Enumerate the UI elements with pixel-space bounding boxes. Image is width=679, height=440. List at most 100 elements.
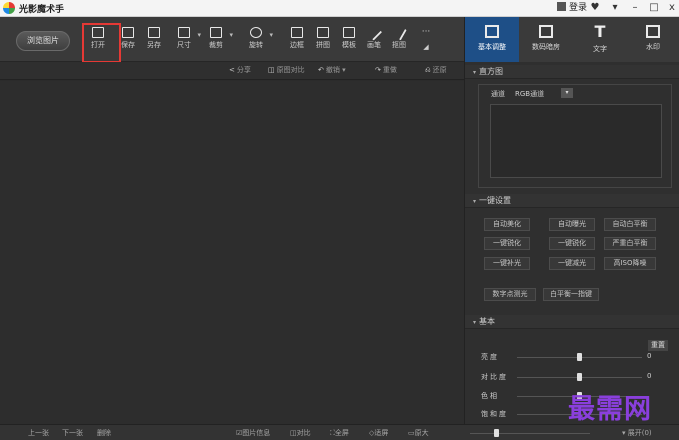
save-as-button[interactable]: 另存	[142, 23, 166, 59]
redo-button[interactable]: ↷ 重做	[375, 65, 397, 75]
open-button-highlight	[82, 23, 121, 63]
favorite-button[interactable]: ♥	[586, 0, 604, 16]
tab-text-label: 文字	[593, 45, 607, 53]
title-bar: 光影魔术手 登录 ♥ ▾ – □ x	[0, 0, 679, 17]
save-as-label: 另存	[147, 41, 161, 49]
one-click-sharpen-2-button[interactable]: 一键锐化	[549, 237, 595, 250]
matting-button[interactable]: 抠图	[387, 23, 411, 59]
save-as-icon	[148, 27, 160, 38]
sub-toolbar: < 分享 ◫ 原图对比 ↶ 撤销 ▾ ↷ 重做 ⎌ 还原	[0, 62, 464, 80]
adjust-icon	[485, 25, 499, 38]
tab-digital-darkroom[interactable]: 数码暗房	[519, 17, 573, 62]
undo-label: 撤销	[325, 66, 340, 74]
original-size-button[interactable]: ▭原大	[408, 427, 429, 439]
white-balance-picker-button[interactable]: 白平衡一指键	[543, 288, 599, 301]
minimize-button[interactable]: –	[626, 0, 644, 16]
contrast-slider-handle[interactable]	[577, 373, 582, 381]
chevron-down-icon[interactable]: ▾	[197, 31, 201, 39]
login-label: 登录	[569, 3, 588, 13]
maximize-button[interactable]: □	[645, 0, 663, 16]
high-iso-denoise-button[interactable]: 高ISO降噪	[604, 257, 656, 270]
brush-button[interactable]: 画笔	[362, 23, 386, 59]
auto-exposure-button[interactable]: 自动曝光	[549, 218, 595, 231]
matting-icon	[391, 24, 407, 41]
basic-section-header[interactable]: ▾ 基本	[465, 315, 679, 329]
brightness-value: 0	[647, 352, 652, 360]
delete-button[interactable]: 删除	[97, 427, 111, 439]
saturation-label: 饱和度	[481, 410, 508, 418]
collage-icon	[317, 27, 329, 38]
undo-button[interactable]: ↶ 撤销 ▾	[318, 65, 346, 75]
histogram-title: 直方图	[479, 67, 504, 76]
zoom-slider[interactable]	[470, 433, 590, 434]
next-button[interactable]: 下一张	[62, 427, 83, 439]
brightness-label: 亮度	[481, 353, 499, 361]
collage-label: 拼图	[316, 41, 330, 49]
tab-watermark-label: 水印	[646, 43, 660, 51]
channel-label: 通道	[491, 90, 505, 98]
channel-select[interactable]: RGB通道	[515, 89, 544, 99]
app-title: 光影魔术手	[19, 5, 65, 15]
one-click-sharpen-button[interactable]: 一键锐化	[484, 237, 530, 250]
hue-label: 色相	[481, 392, 499, 400]
rotate-icon	[250, 27, 262, 38]
watermark-icon	[646, 25, 660, 38]
image-canvas[interactable]	[0, 81, 464, 424]
tab-watermark[interactable]: 水印	[626, 17, 679, 62]
compare-original-button[interactable]: ◫ 原图对比	[268, 65, 305, 75]
close-button[interactable]: x	[663, 0, 679, 16]
previous-button[interactable]: 上一张	[28, 427, 49, 439]
auto-beautify-button[interactable]: 自动美化	[484, 218, 530, 231]
histogram-graph	[490, 104, 662, 178]
histogram-section-header[interactable]: ▾ 直方图	[465, 65, 679, 79]
tab-text[interactable]: T 文字	[573, 17, 627, 62]
brightness-slider-handle[interactable]	[577, 353, 582, 361]
auto-white-balance-button[interactable]: 自动白平衡	[604, 218, 656, 231]
strong-white-balance-button[interactable]: 严重白平衡	[604, 237, 656, 250]
border-button[interactable]: 边框	[285, 23, 309, 59]
collapse-arrow-icon: ▾	[473, 198, 477, 205]
tab-basic-adjust[interactable]: 基本调整	[465, 17, 519, 62]
expand-label: 展开(0)	[627, 429, 652, 437]
chevron-down-icon[interactable]: ▾	[269, 31, 273, 39]
template-button[interactable]: 模板	[337, 23, 361, 59]
browse-images-button[interactable]: 浏览图片	[16, 31, 70, 51]
border-label: 边框	[290, 41, 304, 49]
resize-icon	[178, 27, 190, 38]
share-button[interactable]: < 分享	[229, 65, 251, 75]
crop-label: 裁剪	[209, 41, 223, 49]
save-icon	[122, 27, 134, 38]
reduce-light-button[interactable]: 一键减光	[549, 257, 595, 270]
redo-icon: ↷	[375, 66, 381, 74]
one-click-section-header[interactable]: ▾ 一键设置	[465, 194, 679, 208]
fit-screen-button[interactable]: ◇适屏	[369, 427, 388, 439]
rotate-button[interactable]: 旋转 ▾	[244, 23, 273, 59]
template-label: 模板	[342, 41, 356, 49]
contrast-value: 0	[647, 372, 652, 380]
menu-button[interactable]: ▾	[606, 0, 624, 16]
image-info-button[interactable]: ☑图片信息	[236, 427, 270, 439]
redo-label: 重做	[382, 66, 397, 74]
restore-button[interactable]: ⎌ 还原	[425, 65, 447, 75]
zoom-slider-handle[interactable]	[494, 429, 499, 437]
share-icon: <	[229, 66, 235, 74]
crop-button[interactable]: 裁剪 ▾	[204, 23, 233, 59]
reset-button[interactable]: 重置	[648, 340, 668, 351]
fill-light-button[interactable]: 一键补光	[484, 257, 530, 270]
collage-button[interactable]: 拼图	[311, 23, 335, 59]
compare-button[interactable]: ◫对比	[290, 427, 311, 439]
app-logo-icon	[3, 2, 15, 14]
resize-button[interactable]: 尺寸 ▾	[172, 23, 201, 59]
brush-label: 画笔	[367, 41, 381, 49]
border-icon	[291, 27, 303, 38]
expand-arrow-icon[interactable]: ◢	[414, 43, 438, 51]
fullscreen-button[interactable]: ⛶全屏	[330, 427, 349, 439]
expand-filmstrip-button[interactable]: ▾ 展开(0)	[622, 427, 652, 439]
crop-icon	[210, 27, 222, 38]
chevron-down-icon[interactable]: ▾	[229, 31, 233, 39]
restore-label: 还原	[432, 66, 447, 74]
more-button[interactable]: ··· ◢	[414, 23, 438, 59]
channel-dropdown-icon[interactable]: ▾	[561, 88, 573, 98]
tab-digital-darkroom-label: 数码暗房	[532, 43, 560, 51]
digital-spot-metering-button[interactable]: 数字点测光	[484, 288, 536, 301]
